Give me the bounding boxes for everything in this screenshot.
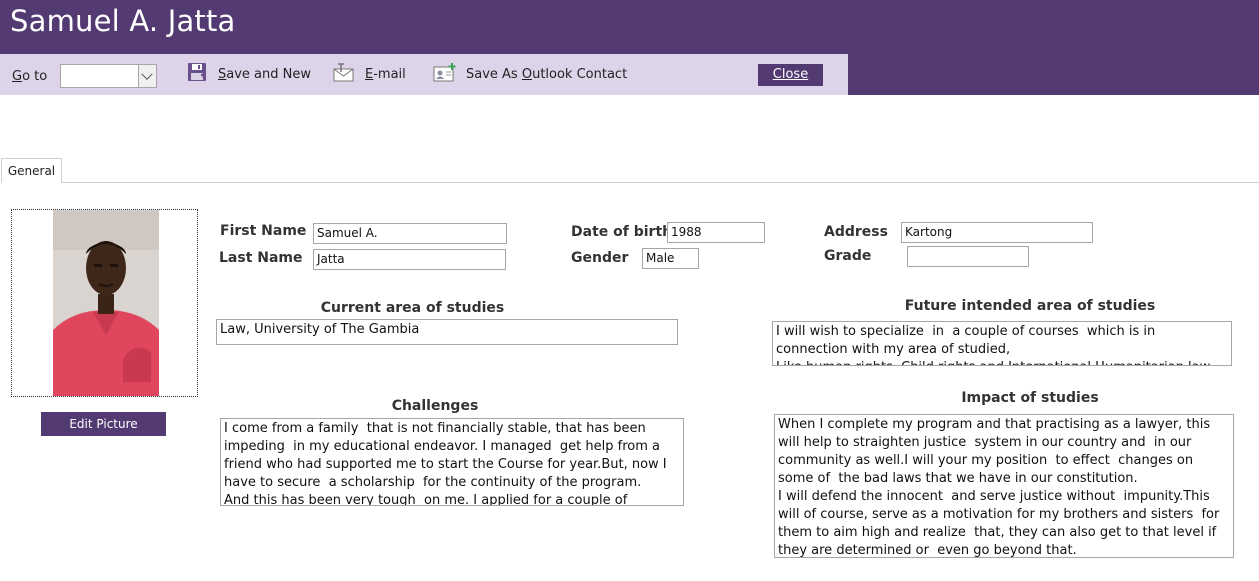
email-label: E-mail	[365, 67, 406, 82]
save-outlook-contact-label: Save As Outlook Contact	[466, 67, 628, 82]
address-label: Address	[824, 224, 888, 240]
gender-label: Gender	[571, 250, 629, 266]
floppy-disk-icon	[187, 62, 208, 87]
chevron-down-icon[interactable]	[138, 65, 156, 87]
first-name-label: First Name	[220, 223, 307, 239]
address-field[interactable]: Kartong	[901, 222, 1093, 243]
future-studies-title: Future intended area of studies	[904, 298, 1156, 314]
email-button[interactable]: E-mail	[333, 54, 406, 95]
current-studies-field[interactable]: Law, University of The Gambia	[216, 319, 678, 345]
challenges-title: Challenges	[391, 398, 479, 414]
last-name-label: Last Name	[219, 250, 303, 266]
tab-divider	[62, 182, 1259, 183]
toolbar: Go to Save and New E-mail Save As Outloo…	[0, 54, 848, 95]
save-and-new-button[interactable]: Save and New	[187, 54, 311, 95]
impact-title: Impact of studies	[961, 390, 1099, 406]
close-button[interactable]: Close	[758, 64, 823, 86]
future-studies-field[interactable]: I will wish to specialize in a couple of…	[772, 321, 1232, 366]
edit-picture-button[interactable]: Edit Picture	[41, 412, 166, 436]
save-outlook-contact-button[interactable]: Save As Outlook Contact	[433, 54, 627, 95]
challenges-field[interactable]: I come from a family that is not financi…	[220, 418, 684, 506]
photo-frame[interactable]	[11, 209, 198, 397]
save-and-new-label: Save and New	[218, 67, 312, 82]
current-studies-title: Current area of studies	[320, 300, 505, 316]
last-name-field[interactable]: Jatta	[313, 249, 506, 270]
dob-label: Date of birth	[571, 224, 673, 240]
tab-general[interactable]: General	[1, 158, 62, 183]
goto-combobox[interactable]	[60, 64, 157, 88]
email-icon	[333, 62, 355, 87]
grade-field[interactable]	[907, 246, 1029, 267]
title-bar: Samuel A. Jatta	[0, 0, 1259, 54]
goto-label: Go to	[12, 69, 48, 84]
window-title: Samuel A. Jatta	[10, 4, 236, 38]
impact-field[interactable]: When I complete my program and that prac…	[774, 414, 1234, 558]
dob-field[interactable]: 1988	[667, 222, 765, 243]
header-filler	[848, 54, 1259, 95]
gender-field[interactable]: Male	[642, 248, 699, 269]
contact-photo	[53, 210, 159, 396]
grade-label: Grade	[824, 248, 872, 264]
contact-card-icon	[433, 62, 456, 87]
first-name-field[interactable]: Samuel A.	[313, 223, 507, 244]
